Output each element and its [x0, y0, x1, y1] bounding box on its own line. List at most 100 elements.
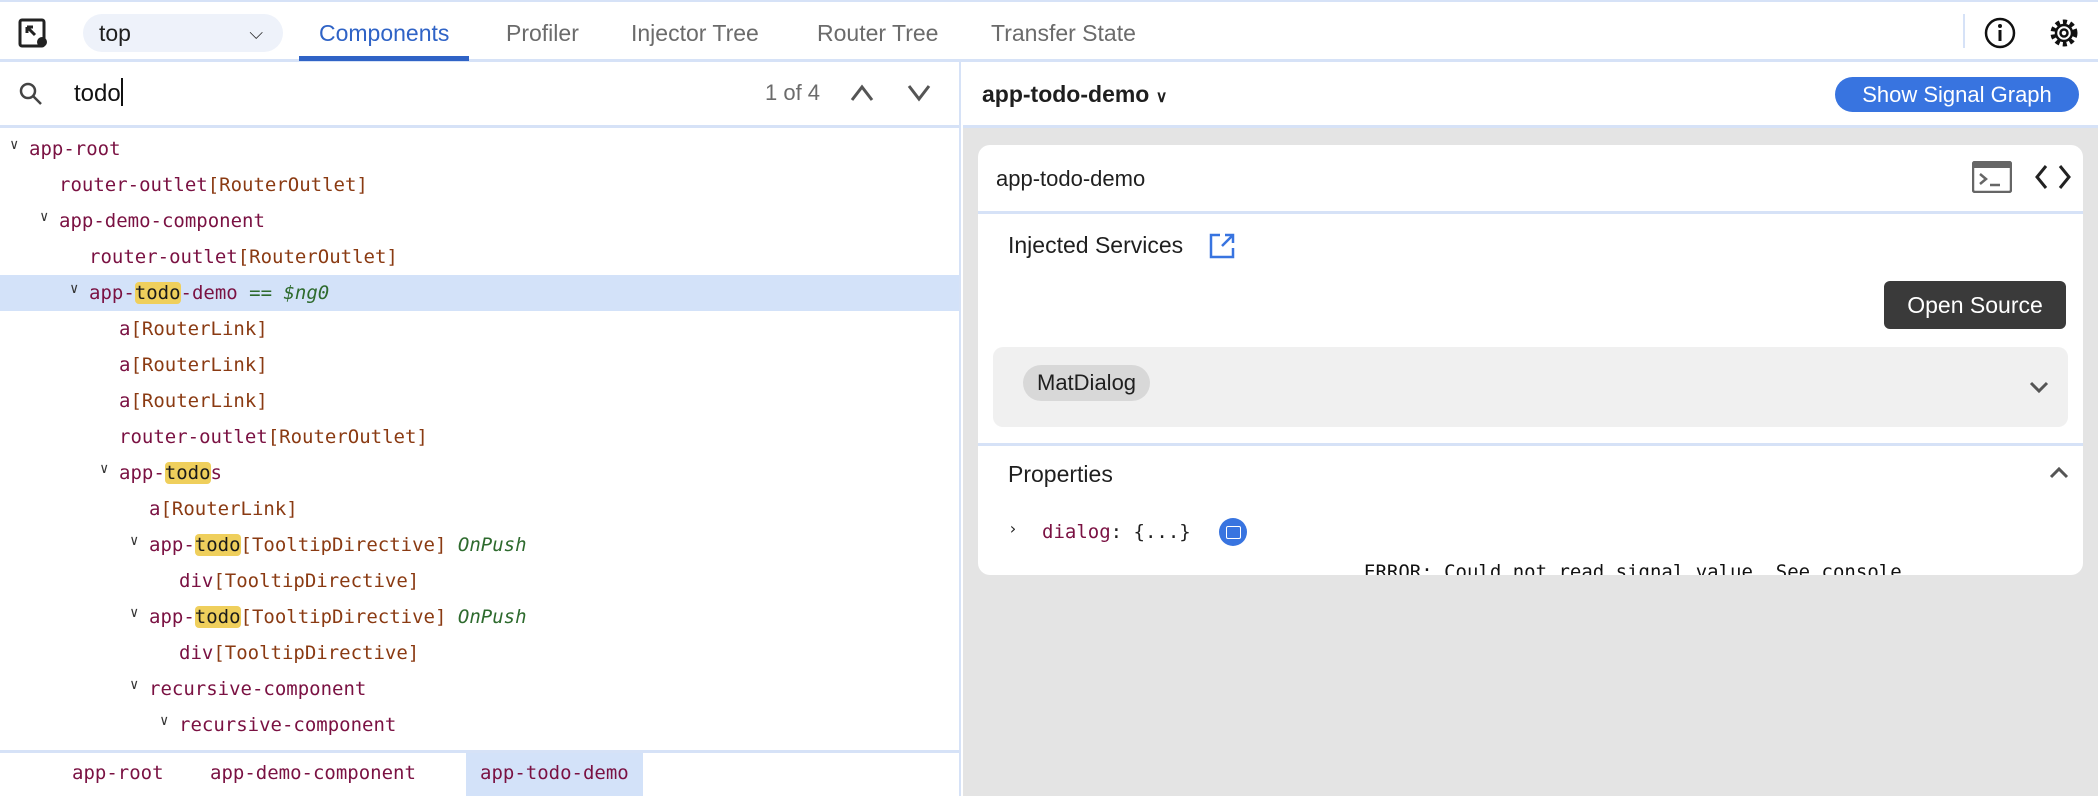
tab-injector-tree[interactable]: Injector Tree — [631, 2, 759, 61]
divider — [978, 443, 2083, 446]
chevron-down-icon[interactable] — [2028, 379, 2050, 395]
tree-node-label: a[RouterLink] — [119, 347, 268, 383]
info-icon[interactable] — [1983, 16, 2017, 50]
node-directive: [RouterOutlet] — [207, 174, 368, 196]
tree-node[interactable]: router-outlet[RouterOutlet] — [0, 419, 959, 455]
node-meta: OnPush — [446, 606, 527, 628]
show-signal-graph-button[interactable]: Show Signal Graph — [1835, 77, 2079, 112]
node-directive: [RouterLink] — [160, 498, 298, 520]
tree-node[interactable]: ∨ app-root — [0, 131, 959, 167]
node-directive: [RouterOutlet] — [237, 246, 398, 268]
search-input[interactable]: todo — [74, 78, 123, 108]
tree-node-label: router-outlet[RouterOutlet] — [89, 239, 398, 275]
gear-icon[interactable] — [2047, 16, 2081, 50]
tree-node[interactable]: ∨ recursive-component — [0, 671, 959, 707]
tree-node-label: router-outlet[RouterOutlet] — [119, 419, 428, 455]
next-match-icon[interactable] — [906, 82, 932, 104]
expand-toggle-icon[interactable]: ∨ — [130, 667, 138, 703]
frame-select-value: top — [99, 20, 131, 46]
tree-node[interactable]: ∨ app-todo[TooltipDirective] OnPush — [0, 527, 959, 563]
tree-node-label: a[RouterLink] — [149, 491, 298, 527]
tree-node-label: app-todo[TooltipDirective] OnPush — [149, 527, 527, 563]
tree-node-label: div[TooltipDirective] — [179, 563, 419, 599]
toolbar: top ⌵ Components Profiler Injector Tree R… — [0, 0, 2098, 62]
property-dialog[interactable]: dialog: {...} — [1042, 521, 1191, 543]
tab-profiler[interactable]: Profiler — [506, 2, 579, 61]
node-directive: [TooltipDirective] — [240, 534, 447, 556]
tree-node[interactable]: ∨ app-demo-component — [0, 203, 959, 239]
node-element: app- — [89, 282, 135, 304]
injected-services-label: Injected Services — [1008, 232, 1184, 258]
node-directive: [TooltipDirective] — [213, 570, 420, 592]
property-error-value: ERROR: Could not read signal value. See … — [1364, 561, 1902, 575]
service-chip[interactable]: MatDialog — [1023, 365, 1151, 401]
card-title: app-todo-demo — [996, 166, 1146, 191]
console-icon[interactable] — [1972, 161, 2012, 193]
tree-node[interactable]: ∨ app-todos — [0, 455, 959, 491]
tree-node-label: app-todo[TooltipDirective] OnPush — [149, 599, 527, 635]
tree-node[interactable]: div[TooltipDirective] — [0, 563, 959, 599]
tree-node[interactable]: a[RouterLink] — [0, 311, 959, 347]
log-to-console-icon[interactable] — [1219, 518, 1247, 546]
external-link-icon[interactable] — [1208, 232, 1236, 260]
tree-node-label: app-root — [29, 131, 121, 167]
expand-toggle-icon[interactable]: ∨ — [130, 595, 138, 631]
breadcrumb-item-active[interactable]: app-todo-demo — [466, 753, 643, 796]
breadcrumb-item[interactable]: app-root — [58, 753, 178, 796]
tree-node[interactable]: a[RouterLink] — [0, 491, 959, 527]
injected-services-panel[interactable]: MatDialog — [993, 347, 2068, 427]
open-source-icon[interactable] — [2033, 163, 2073, 191]
tree-node[interactable]: a[RouterLink] — [0, 347, 959, 383]
tree-node-label: router-outlet[RouterOutlet] — [59, 167, 368, 203]
expand-property-icon[interactable]: › — [1008, 519, 1018, 538]
node-directive: [RouterLink] — [130, 390, 268, 412]
tree-node[interactable]: ∨ app-todo[TooltipDirective] OnPush — [0, 599, 959, 635]
details-header: app-todo-demo ∨ Show Signal Graph — [963, 62, 2098, 128]
selected-component-title[interactable]: app-todo-demo ∨ — [982, 81, 1167, 108]
node-element: app- — [119, 462, 165, 484]
tab-components[interactable]: Components — [299, 2, 470, 61]
tree-node-label: a[RouterLink] — [119, 383, 268, 419]
component-tree-panel: todo 1 of 4 ∨ app-root router-outlet[Route… — [0, 62, 961, 796]
node-match: todo — [194, 534, 241, 556]
tree-node[interactable]: router-outlet[RouterOutlet] — [0, 239, 959, 275]
node-match: todo — [194, 606, 241, 628]
previous-match-icon[interactable] — [849, 82, 875, 104]
tree-node-selected[interactable]: ∨ app-todo-demo == $ng0 — [0, 275, 959, 311]
tree-node[interactable]: a[RouterLink] — [0, 383, 959, 419]
node-meta: OnPush — [446, 534, 527, 556]
tab-transfer-state[interactable]: Transfer State — [991, 2, 1136, 61]
chevron-up-icon[interactable] — [2048, 465, 2070, 481]
expand-toggle-icon[interactable]: ∨ — [70, 271, 78, 307]
node-element: router-outlet — [89, 246, 238, 268]
tree-node-label: app-todo-demo == $ng0 — [89, 275, 329, 311]
frame-select[interactable]: top ⌵ — [83, 14, 283, 52]
node-meta: == $ng0 — [237, 282, 330, 304]
tree-node[interactable]: div[TooltipDirective] — [0, 635, 959, 671]
node-directive: [RouterOutlet] — [267, 426, 428, 448]
tooltip: Open Source — [1884, 281, 2066, 329]
breadcrumb-item[interactable]: app-demo-component — [196, 753, 430, 796]
expand-toggle-icon[interactable]: ∨ — [130, 523, 138, 559]
node-element: app- — [149, 534, 195, 556]
chevron-down-icon: ∨ — [1155, 89, 1168, 106]
tree-node-label: recursive-component — [149, 671, 366, 707]
node-directive: [RouterLink] — [130, 354, 268, 376]
node-directive: [RouterLink] — [130, 318, 268, 340]
node-match: todo — [164, 462, 211, 484]
details-panel: app-todo-demo ∨ Show Signal Graph app-to… — [963, 62, 2098, 796]
tree-node[interactable]: router-outlet[RouterOutlet] — [0, 167, 959, 203]
breadcrumb: app-root app-demo-component app-todo-dem… — [0, 750, 959, 796]
node-element: a — [149, 498, 161, 520]
match-count: 1 of 4 — [765, 80, 821, 105]
expand-toggle-icon[interactable]: ∨ — [100, 451, 108, 487]
expand-toggle-icon[interactable]: ∨ — [10, 128, 18, 163]
tree-node[interactable]: ∨ recursive-component — [0, 707, 959, 743]
chevron-down-icon: ⌵ — [249, 23, 263, 43]
inspect-element-icon[interactable] — [18, 18, 48, 48]
expand-toggle-icon[interactable]: ∨ — [160, 703, 168, 739]
expand-toggle-icon[interactable]: ∨ — [40, 199, 48, 235]
node-element: a — [119, 354, 131, 376]
tab-router-tree[interactable]: Router Tree — [817, 2, 938, 61]
properties-label: Properties — [1008, 461, 1113, 487]
